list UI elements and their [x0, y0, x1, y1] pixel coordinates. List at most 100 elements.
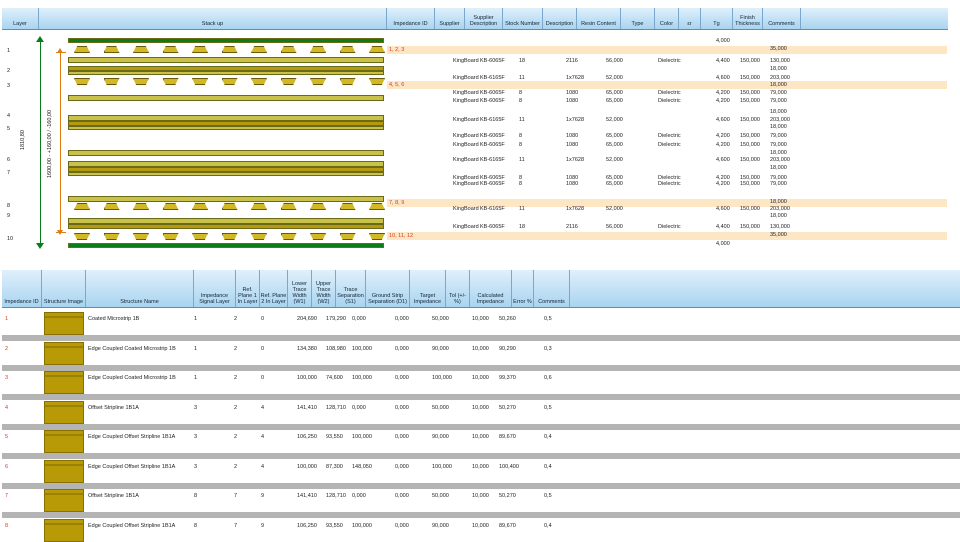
- stackup-cell-resin: 52,000: [606, 157, 623, 163]
- impedance-cell-calc: 100,400: [499, 463, 519, 470]
- stackup-cell-tg: 150,000: [740, 90, 760, 96]
- stackup-cell-finish: 18,000: [770, 165, 787, 171]
- impedance-col-header: Impedance Signal Layer: [194, 270, 236, 307]
- stackup-cell-er: 4,000: [716, 241, 730, 247]
- stackup-cell-desc: KB-6065F: [480, 181, 505, 187]
- impedance-cell-r1: 2: [234, 463, 238, 470]
- stackup-cell-tg: 150,000: [740, 75, 760, 81]
- stackup-cell-finish: 35,000: [770, 232, 787, 238]
- stackup-cell-finish: 18,000: [770, 66, 787, 72]
- stackup-cell-description: 1080: [566, 133, 579, 139]
- layer-number: 8: [7, 203, 11, 209]
- stackup-cell-tg: 150,000: [740, 142, 760, 148]
- trace-shape: [280, 78, 297, 85]
- impedance-cell-id: 4: [5, 404, 9, 411]
- impedance-cell-err: 0,5: [544, 493, 552, 499]
- stackup-cell-finish: 130,000: [770, 58, 790, 64]
- impedance-cell-r2: 0: [261, 345, 265, 352]
- trace-shape: [103, 233, 120, 240]
- impedance-cell-err: 0,5: [544, 404, 552, 411]
- impedance-cell-target: 100,000: [432, 463, 452, 470]
- trace-shape: [133, 203, 149, 210]
- impedance-cell-name: Edge Coupled Offset Stripline 1B1A: [88, 463, 176, 470]
- stackup-cell-description: 2116: [566, 224, 578, 230]
- stackup-cell-supplier: KingBoard: [453, 58, 479, 64]
- stack-layer: [68, 172, 384, 176]
- impedance-cell-calc: 50,270: [499, 404, 516, 411]
- impedance-cell-tol: 10,000: [472, 522, 489, 529]
- stackup-cell-resin: 52,000: [606, 117, 623, 123]
- trace-shape: [310, 46, 326, 53]
- stackup-cell-resin: 65,000: [606, 133, 623, 139]
- dim-tick: [56, 52, 66, 53]
- stackup-cell-stock: 11: [519, 75, 525, 81]
- impedance-col-header: Comments: [534, 270, 570, 307]
- stack-layer: [68, 243, 384, 248]
- stackup-cell-finish: 203,000: [770, 157, 790, 163]
- impedance-cell-w1: 100,000: [297, 375, 317, 381]
- stackup-cell-stock: 8: [519, 90, 523, 96]
- stackup-cell-finish: 79,000: [770, 98, 787, 104]
- impedance-cell-w2: 74,600: [326, 375, 343, 381]
- stackup-cell-er: 4,000: [716, 38, 730, 44]
- stackup-cell-er: 4,200: [716, 133, 730, 139]
- trace-shape: [221, 46, 238, 53]
- trace-shape: [251, 78, 267, 85]
- impedance-id-row: [387, 46, 947, 54]
- impedance-cell-err: 0,6: [544, 375, 552, 381]
- impedance-cell-err: 0,4: [544, 522, 552, 529]
- impedance-cell-id: 2: [5, 345, 9, 352]
- impedance-col-header: Tol (+/- %): [446, 270, 470, 307]
- impedance-cell-name: Offset Stripline 1B1A: [88, 404, 139, 411]
- impedance-cell-err: 0,5: [544, 316, 552, 322]
- stackup-cell-supplier: KingBoard: [453, 206, 479, 212]
- impedance-cell-tol: 10,000: [472, 463, 489, 470]
- impedance-col-header: Error %: [512, 270, 534, 307]
- impedance-cell-d1: 0,000: [395, 463, 409, 470]
- stackup-cell-resin: 65,000: [606, 142, 623, 148]
- trace-shape: [103, 78, 120, 85]
- impedance-col-header: Structure Image: [42, 270, 86, 307]
- stackup-col-header: Finish Thickness: [733, 8, 763, 29]
- stack-layer: [68, 71, 384, 75]
- stackup-cell-stock: 18: [519, 58, 526, 64]
- trace-shape: [369, 203, 385, 210]
- impedance-col-header: Upper Trace Width (W2): [312, 270, 336, 307]
- row-separator: [2, 364, 960, 371]
- impedance-cell-r2: 4: [261, 463, 265, 470]
- impedance-cell-id: 8: [5, 522, 9, 529]
- impedance-cell-sig: 1: [194, 345, 198, 352]
- impedance-cell-r1: 7: [234, 493, 238, 499]
- arrow-down-icon: [36, 243, 44, 249]
- stackup-cell-supplier: KingBoard: [453, 98, 479, 104]
- stackup-cell-desc: KB-6165F: [480, 75, 505, 81]
- impedance-cell-tol: 10,000: [472, 404, 489, 411]
- stackup-cell-finish: 203,000: [770, 206, 790, 212]
- stackup-cell-supplier: KingBoard: [453, 224, 479, 230]
- stackup-cell-er: 4,600: [716, 157, 730, 163]
- stackup-cell-type: Dielectric: [658, 90, 681, 96]
- impedance-cell-w2: 87,300: [326, 463, 343, 470]
- stackup-cell-finish: 18,000: [770, 199, 787, 205]
- stackup-cell-supplier: KingBoard: [453, 157, 479, 163]
- stackup-cell-description: 1x7628: [566, 117, 585, 123]
- impedance-cell-calc: 90,290: [499, 345, 516, 352]
- trace-shape: [310, 78, 326, 85]
- impedance-cell-name: Edge Coupled Coated Microstrip 1B: [88, 375, 176, 381]
- impedance-cell-r2: 9: [261, 522, 265, 529]
- trace-shape: [339, 78, 356, 85]
- stackup-col-header: Supplier Description: [465, 8, 503, 29]
- stackup-cell-resin: 52,000: [606, 75, 623, 81]
- stackup-cell-tg: 150,000: [740, 224, 760, 230]
- impedance-cell-tol: 10,000: [472, 434, 489, 440]
- impedance-cell-d1: 0,000: [395, 375, 409, 381]
- trace-shape: [103, 46, 120, 53]
- impedance-cell-w1: 141,410: [297, 404, 317, 411]
- impedance-cell-err: 0,4: [544, 463, 552, 470]
- trace-shape: [74, 46, 90, 53]
- impedance-cell-tol: 10,000: [472, 493, 489, 499]
- impedance-cell-err: 0,4: [544, 434, 552, 440]
- impedance-cell-err: 0,3: [544, 345, 552, 352]
- stackup-cell-stock: 11: [519, 117, 525, 123]
- stackup-col-header: Comments: [763, 8, 801, 29]
